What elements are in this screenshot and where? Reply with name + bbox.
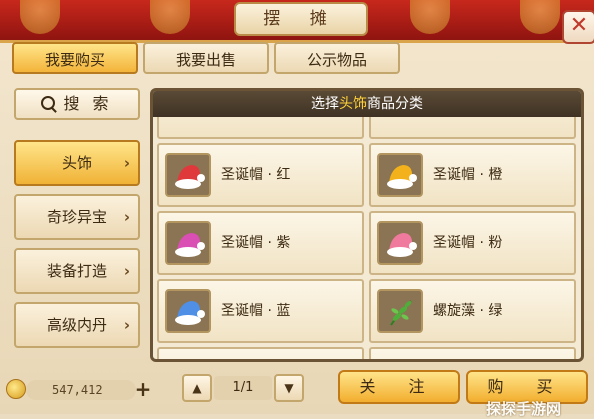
item-name: 圣诞帽 · 橙: [433, 167, 503, 183]
coin-icon: [6, 379, 26, 399]
close-button[interactable]: ✕: [562, 10, 594, 44]
blue-christmas-hat-icon: [165, 289, 211, 333]
tab-sell[interactable]: 我要出售: [143, 42, 269, 74]
watermark: 探探手游网: [486, 400, 562, 418]
add-money-button[interactable]: +: [134, 379, 152, 400]
item-cell[interactable]: 圣诞帽 · 紫: [157, 211, 364, 275]
category-label: 奇珍异宝: [46, 208, 107, 226]
item-name: 圣诞帽 · 红: [221, 167, 291, 183]
item-cell[interactable]: 圣诞帽 · 蓝: [157, 279, 364, 343]
item-name: 螺旋藻 · 绿: [433, 303, 503, 319]
panel-header: 选择头饰商品分类: [153, 91, 581, 117]
category-headwear[interactable]: 头饰 ›: [14, 140, 140, 186]
window-title: 摆 摊: [234, 2, 368, 36]
tassel-decoration: [410, 0, 450, 34]
green-spirulina-icon: [377, 289, 423, 333]
page-down-button[interactable]: ▼: [274, 374, 304, 402]
category-advanced-inner-core[interactable]: 高级内丹 ›: [14, 302, 140, 348]
item-name: 圣诞帽 · 蓝: [221, 303, 291, 319]
follow-button[interactable]: 关 注: [338, 370, 460, 404]
item-cell[interactable]: 圣诞帽 · 红: [157, 143, 364, 207]
chevron-right-icon: ›: [123, 154, 130, 172]
item-cell-partial[interactable]: [157, 347, 364, 359]
header-highlight: 头饰: [339, 96, 367, 112]
search-icon: [41, 96, 56, 110]
category-rare-treasures[interactable]: 奇珍异宝 ›: [14, 194, 140, 240]
chevron-right-icon: ›: [123, 262, 130, 280]
item-cell[interactable]: 圣诞帽 · 粉: [369, 211, 576, 275]
item-name: 圣诞帽 · 粉: [433, 235, 503, 251]
category-label: 装备打造: [46, 262, 107, 280]
orange-christmas-hat-icon: [377, 153, 423, 197]
search-label: 搜 索: [63, 94, 113, 113]
header-suffix: 商品分类: [367, 96, 423, 112]
category-label: 高级内丹: [46, 316, 107, 334]
category-list: 头饰 › 奇珍异宝 › 装备打造 › 高级内丹 ›: [12, 126, 142, 364]
pink-christmas-hat-icon: [377, 221, 423, 265]
page-indicator: 1/1: [214, 376, 272, 400]
item-name: 圣诞帽 · 紫: [221, 235, 291, 251]
item-panel: 选择头饰商品分类 圣诞帽 · 红 圣诞帽 · 橙 圣诞帽 · 紫 圣诞帽 · 粉…: [150, 88, 584, 362]
item-cell[interactable]: 圣诞帽 · 橙: [369, 143, 576, 207]
chevron-right-icon: ›: [123, 208, 130, 226]
tab-buy[interactable]: 我要购买: [12, 42, 138, 74]
purple-christmas-hat-icon: [165, 221, 211, 265]
header-prefix: 选择: [311, 96, 339, 112]
tassel-decoration: [20, 0, 60, 34]
chevron-right-icon: ›: [123, 316, 130, 334]
item-cell-partial[interactable]: [369, 347, 576, 359]
item-cell[interactable]: 螺旋藻 · 绿: [369, 279, 576, 343]
search-button[interactable]: 搜 索: [14, 88, 140, 120]
tassel-decoration: [150, 0, 190, 34]
category-label: 头饰: [61, 154, 92, 172]
tassel-decoration: [520, 0, 560, 34]
category-equipment-forging[interactable]: 装备打造 ›: [14, 248, 140, 294]
money-display: 547,412: [26, 380, 136, 400]
tab-public-items[interactable]: 公示物品: [274, 42, 400, 74]
red-christmas-hat-icon: [165, 153, 211, 197]
page-up-button[interactable]: ▲: [182, 374, 212, 402]
